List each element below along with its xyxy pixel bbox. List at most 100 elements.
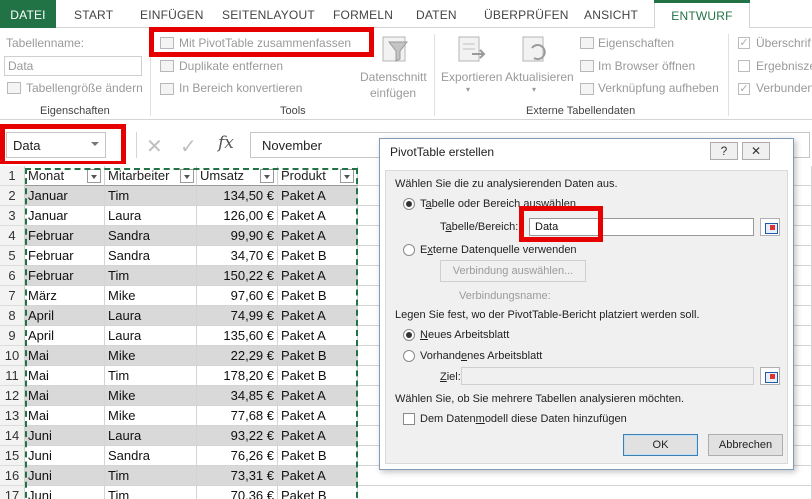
cell-monat[interactable]: Mai [25, 386, 105, 406]
export-dropdown-icon[interactable]: ▾ [466, 85, 470, 94]
cell-mitarbeiter[interactable]: Mike [105, 286, 197, 306]
row-number[interactable]: 15 [0, 446, 25, 466]
datamodel-checkbox[interactable] [403, 413, 415, 425]
radio-range[interactable] [403, 198, 415, 210]
cell-mitarbeiter[interactable]: Mike [105, 346, 197, 366]
cell-produkt[interactable]: Paket A [278, 206, 358, 226]
tab-ansicht[interactable]: ANSICHT [584, 0, 638, 28]
cell-monat[interactable]: Juni [25, 486, 105, 499]
header-row-checkbox[interactable]: ✓ [738, 37, 750, 49]
cell-produkt[interactable]: Paket B [278, 366, 358, 386]
close-icon[interactable]: ✕ [742, 142, 770, 160]
tab-datei[interactable]: DATEI [0, 0, 56, 28]
cell-produkt[interactable]: Paket B [278, 486, 358, 499]
cell-mitarbeiter[interactable]: Sandra [105, 226, 197, 246]
row-number[interactable]: 1 [0, 166, 25, 186]
radio-new-sheet[interactable] [403, 329, 415, 341]
cell-monat[interactable]: Mai [25, 366, 105, 386]
col-header-produkt[interactable]: Produkt [278, 166, 358, 186]
radio-new-sheet-label[interactable]: Neues Arbeitsblatt [420, 329, 509, 341]
cell-mitarbeiter[interactable]: Laura [105, 206, 197, 226]
cell-produkt[interactable]: Paket B [278, 286, 358, 306]
remove-duplicates-button[interactable]: Duplikate entfernen [179, 59, 283, 73]
cell-umsatz[interactable]: 34,85 € [197, 386, 278, 406]
confirm-check-icon[interactable]: ✓ [180, 134, 197, 159]
ok-button[interactable]: OK [623, 434, 698, 456]
cell-umsatz[interactable]: 135,60 € [197, 326, 278, 346]
unlink-button[interactable]: Verknüpfung aufheben [598, 81, 719, 95]
cell-umsatz[interactable]: 178,20 € [197, 366, 278, 386]
row-number[interactable]: 10 [0, 346, 25, 366]
banded-rows-checkbox[interactable]: ✓ [738, 83, 750, 95]
cell-umsatz[interactable]: 73,31 € [197, 466, 278, 486]
cell-produkt[interactable]: Paket A [278, 226, 358, 246]
filter-dropdown-icon[interactable] [340, 169, 354, 183]
tabellenname-input[interactable]: Data [4, 56, 142, 76]
cancel-x-icon[interactable]: ✕ [146, 134, 163, 159]
radio-existing-sheet[interactable] [403, 350, 415, 362]
help-icon[interactable]: ? [710, 142, 738, 160]
cell-mitarbeiter[interactable]: Tim [105, 486, 197, 499]
cell-produkt[interactable]: Paket A [278, 406, 358, 426]
cell-monat[interactable]: Juni [25, 466, 105, 486]
tab-seitenlayout[interactable]: SEITENLAYOUT [222, 0, 315, 28]
row-number[interactable]: 12 [0, 386, 25, 406]
row-number[interactable]: 9 [0, 326, 25, 346]
cell-monat[interactable]: Februar [25, 246, 105, 266]
cell-monat[interactable]: März [25, 286, 105, 306]
cell-monat[interactable]: Februar [25, 266, 105, 286]
row-number[interactable]: 4 [0, 226, 25, 246]
export-button[interactable]: Exportieren [441, 70, 502, 84]
refresh-dropdown-icon[interactable]: ▾ [532, 85, 536, 94]
cell-monat[interactable]: Juni [25, 446, 105, 466]
cancel-button[interactable]: Abbrechen [708, 434, 783, 456]
col-header-mitarbeiter[interactable]: Mitarbeiter [105, 166, 197, 186]
row-number[interactable]: 5 [0, 246, 25, 266]
open-in-browser-button[interactable]: Im Browser öffnen [598, 59, 695, 73]
radio-external-label[interactable]: Externe Datenquelle verwenden [420, 244, 577, 256]
ziel-input[interactable] [461, 367, 754, 385]
cell-produkt[interactable]: Paket A [278, 266, 358, 286]
slicer-button-line1[interactable]: Datenschnitt [360, 70, 427, 84]
select-connection-button[interactable]: Verbindung auswählen... [440, 260, 586, 282]
cell-umsatz[interactable]: 22,29 € [197, 346, 278, 366]
resize-table-button[interactable]: Tabellengröße ändern [26, 81, 143, 95]
cell-produkt[interactable]: Paket A [278, 186, 358, 206]
cell-produkt[interactable]: Paket A [278, 386, 358, 406]
cell-produkt[interactable]: Paket A [278, 426, 358, 446]
filter-dropdown-icon[interactable] [260, 169, 274, 183]
total-row-checkbox[interactable] [738, 60, 750, 72]
cell[interactable] [358, 486, 812, 499]
cell-umsatz[interactable]: 97,60 € [197, 286, 278, 306]
row-number[interactable]: 14 [0, 426, 25, 446]
cell-mitarbeiter[interactable]: Laura [105, 426, 197, 446]
col-header-umsatz[interactable]: Umsatz [197, 166, 278, 186]
tab-einfuegen[interactable]: EINFÜGEN [140, 0, 204, 28]
cell-mitarbeiter[interactable]: Tim [105, 466, 197, 486]
cell-produkt[interactable]: Paket A [278, 326, 358, 346]
tab-ueberpruefen[interactable]: ÜBERPRÜFEN [484, 0, 569, 28]
cell-umsatz[interactable]: 99,90 € [197, 226, 278, 246]
slicer-button-line2[interactable]: einfügen [370, 86, 416, 100]
cell-mitarbeiter[interactable]: Sandra [105, 246, 197, 266]
cell-monat[interactable]: Mai [25, 406, 105, 426]
cell-produkt[interactable]: Paket B [278, 346, 358, 366]
tab-entwurf[interactable]: ENTWURF [654, 0, 750, 29]
cell-monat[interactable]: April [25, 326, 105, 346]
cell-umsatz[interactable]: 150,22 € [197, 266, 278, 286]
cell-produkt[interactable]: Paket B [278, 446, 358, 466]
filter-dropdown-icon[interactable] [180, 169, 194, 183]
range-select-icon[interactable] [760, 367, 780, 385]
cell-monat[interactable]: April [25, 306, 105, 326]
cell-umsatz[interactable]: 34,70 € [197, 246, 278, 266]
range-select-icon[interactable] [760, 218, 780, 236]
cell-mitarbeiter[interactable]: Tim [105, 266, 197, 286]
cell-produkt[interactable]: Paket B [278, 246, 358, 266]
function-icon[interactable]: fx [218, 133, 234, 153]
tab-formeln[interactable]: FORMELN [333, 0, 393, 28]
row-number[interactable]: 7 [0, 286, 25, 306]
row-number[interactable]: 16 [0, 466, 25, 486]
cell-mitarbeiter[interactable]: Laura [105, 306, 197, 326]
radio-external[interactable] [403, 244, 415, 256]
tab-daten[interactable]: DATEN [416, 0, 457, 28]
